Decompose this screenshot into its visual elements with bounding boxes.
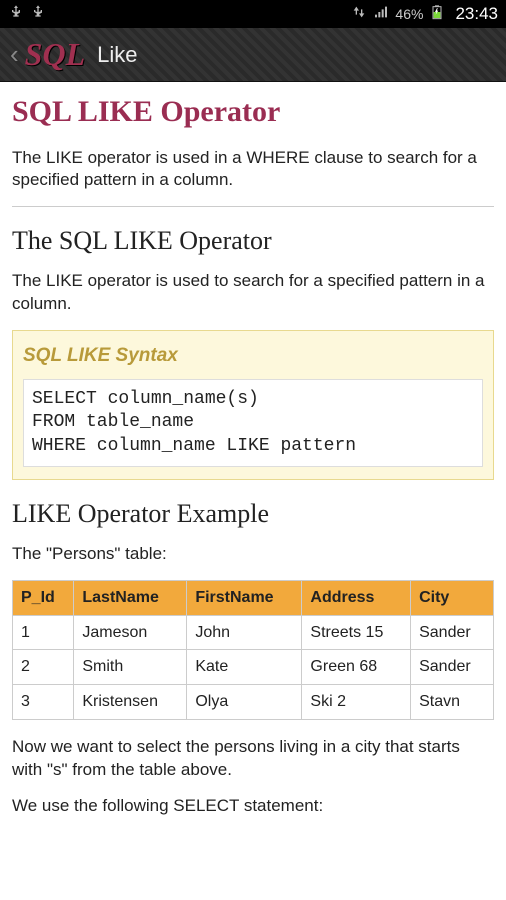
table-header: FirstName [187, 581, 302, 616]
divider [12, 206, 494, 207]
table-row: 2SmithKateGreen 68Sander [13, 650, 494, 685]
heading-main: SQL LIKE Operator [12, 92, 494, 133]
table-header: LastName [74, 581, 187, 616]
page-title: Like [97, 42, 137, 68]
table-cell: Streets 15 [302, 615, 411, 650]
table-cell: Olya [187, 684, 302, 719]
table-cell: Kristensen [74, 684, 187, 719]
table-cell: Sander [411, 650, 494, 685]
intro-text: The LIKE operator is used in a WHERE cla… [12, 147, 494, 193]
app-logo[interactable]: SQL [25, 36, 85, 73]
battery-icon [429, 4, 445, 24]
example-intro: The "Persons" table: [12, 543, 494, 566]
table-header: Address [302, 581, 411, 616]
table-cell: Smith [74, 650, 187, 685]
table-cell: Ski 2 [302, 684, 411, 719]
operator-desc: The LIKE operator is used to search for … [12, 270, 494, 316]
usb-icon [30, 4, 46, 24]
persons-table: P_IdLastNameFirstNameAddressCity 1Jameso… [12, 580, 494, 719]
battery-label: 46% [395, 6, 423, 22]
status-bar: 46% 23:43 [0, 0, 506, 28]
table-cell: Green 68 [302, 650, 411, 685]
table-cell: 3 [13, 684, 74, 719]
table-cell: John [187, 615, 302, 650]
table-cell: Kate [187, 650, 302, 685]
heading-example: LIKE Operator Example [12, 496, 494, 531]
table-cell: 2 [13, 650, 74, 685]
table-header: P_Id [13, 581, 74, 616]
syntax-code: SELECT column_name(s) FROM table_name WH… [23, 379, 483, 467]
table-row: 1JamesonJohnStreets 15Sander [13, 615, 494, 650]
clock: 23:43 [455, 4, 498, 24]
table-cell: Stavn [411, 684, 494, 719]
table-row: 3KristensenOlyaSki 2Stavn [13, 684, 494, 719]
table-header: City [411, 581, 494, 616]
table-cell: 1 [13, 615, 74, 650]
example-p1: Now we want to select the persons living… [12, 736, 494, 782]
signal-icon [373, 4, 389, 24]
syntax-box: SQL LIKE Syntax SELECT column_name(s) FR… [12, 330, 494, 480]
usb-icon [8, 4, 24, 24]
back-icon[interactable]: ‹ [10, 39, 19, 70]
syntax-title: SQL LIKE Syntax [23, 343, 483, 369]
heading-operator: The SQL LIKE Operator [12, 223, 494, 258]
table-cell: Jameson [74, 615, 187, 650]
updown-icon [351, 4, 367, 24]
content-scroll[interactable]: SQL LIKE Operator The LIKE operator is u… [0, 82, 506, 842]
example-p2: We use the following SELECT statement: [12, 795, 494, 818]
table-cell: Sander [411, 615, 494, 650]
app-bar: ‹ SQL Like [0, 28, 506, 82]
